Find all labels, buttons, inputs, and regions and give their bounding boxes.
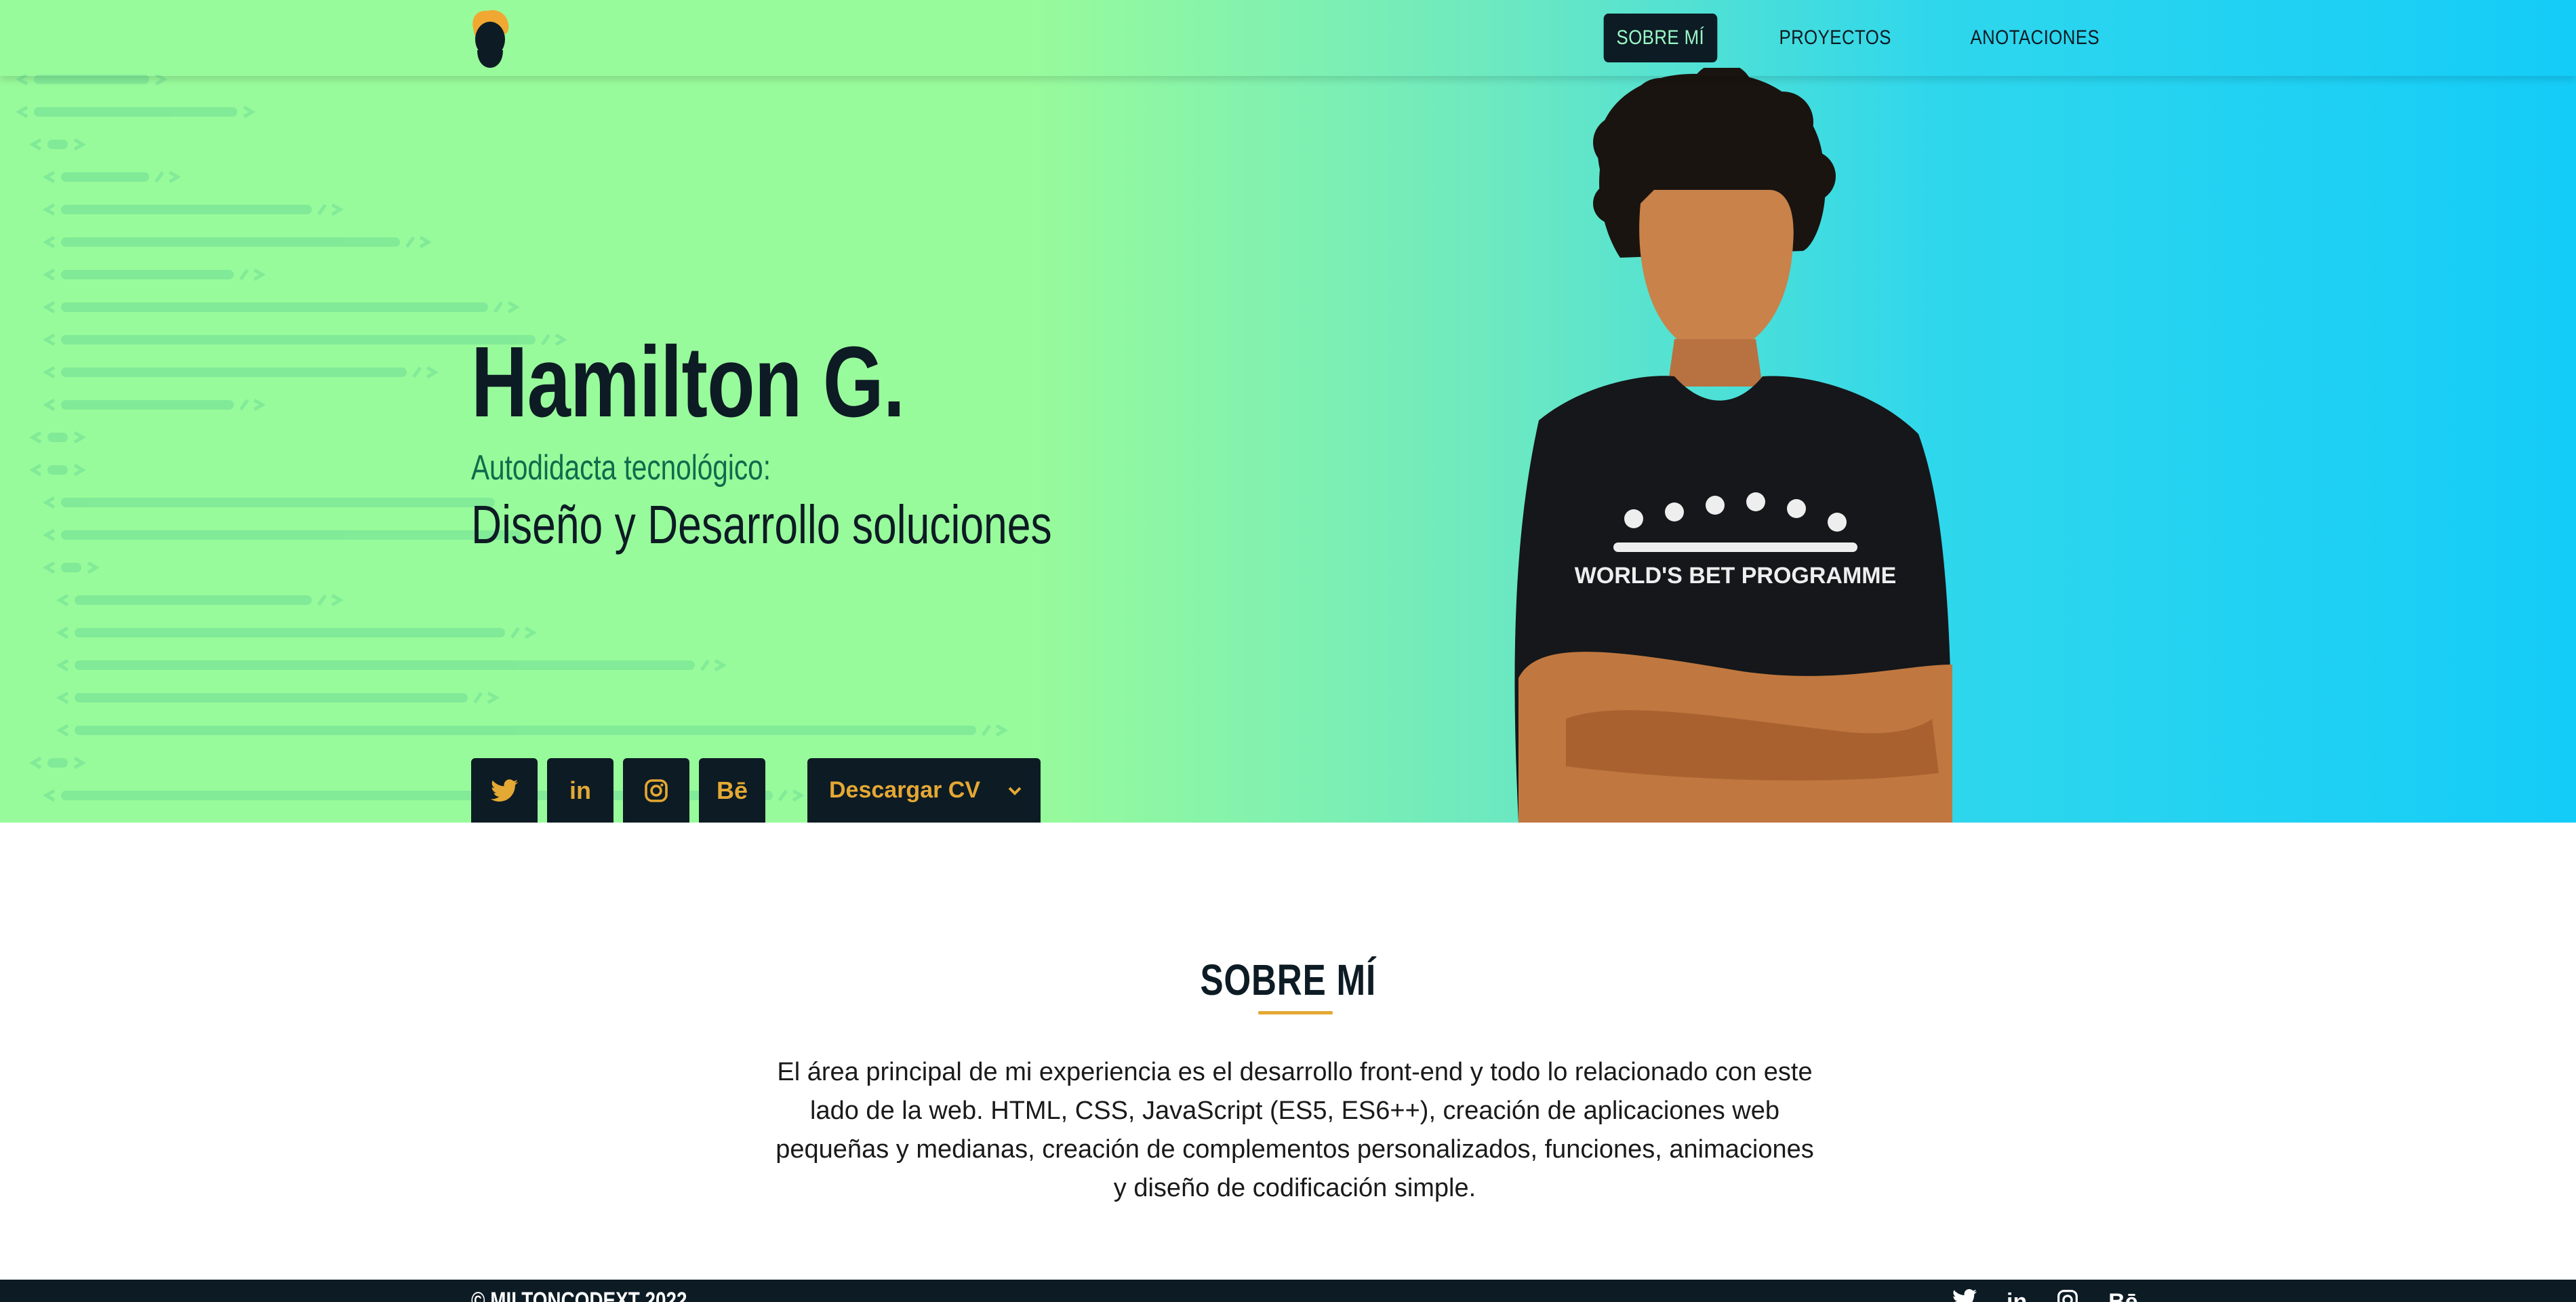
behance-icon: Bē — [716, 776, 748, 804]
main-nav: SOBRE MÍ PROYECTOS ANOTACIONES — [1567, 14, 2127, 62]
nav-item-sobre-mi[interactable]: SOBRE MÍ — [1603, 14, 1718, 62]
instagram-button[interactable] — [623, 758, 689, 823]
download-cv-label: Descargar CV — [829, 777, 981, 803]
profile-portrait-image: WORLD'S BET PROGRAMME — [1514, 68, 1952, 823]
download-cv-button[interactable]: Descargar CV — [807, 758, 1041, 823]
chevron-down-icon — [1008, 787, 1022, 795]
twitter-icon — [491, 778, 518, 802]
hero-tagline: Diseño y Desarrollo soluciones — [471, 494, 1052, 555]
footer-copyright: © MILTONCODEXT 2022 — [471, 1288, 687, 1302]
nav-item-proyectos[interactable]: PROYECTOS — [1765, 14, 1906, 62]
shirt-print-text: WORLD'S BET PROGRAMME — [1575, 563, 1897, 589]
hero-section: SOBRE MÍ PROYECTOS ANOTACIONES WORLD'S B… — [0, 0, 2576, 823]
instagram-icon[interactable] — [2057, 1289, 2078, 1302]
twitter-button[interactable] — [471, 758, 538, 823]
hero-text-block: Hamilton G. Autodidacta tecnológico: Dis… — [471, 332, 1215, 556]
about-description: El área principal de mi experiencia es e… — [776, 1058, 1814, 1202]
hero-subtitle: Autodidacta tecnológico: — [471, 448, 771, 488]
instagram-icon — [645, 778, 668, 802]
hero-name: Hamilton G. — [471, 326, 905, 438]
navbar: SOBRE MÍ PROYECTOS ANOTACIONES — [0, 0, 2576, 76]
hero-actions: in Bē Descargar CV — [471, 758, 1041, 823]
about-title-underline — [1258, 1011, 1333, 1014]
logo-avatar-icon[interactable] — [468, 8, 512, 68]
footer: © MILTONCODEXT 2022 in Bē — [0, 1280, 2576, 1302]
linkedin-button[interactable]: in — [547, 758, 613, 823]
linkedin-icon[interactable]: in — [2007, 1289, 2027, 1302]
twitter-icon[interactable] — [1952, 1289, 1977, 1302]
about-section: SOBRE MÍ El área principal de mi experie… — [0, 823, 2576, 1280]
nav-item-anotaciones[interactable]: ANOTACIONES — [1956, 14, 2114, 62]
behance-button[interactable]: Bē — [699, 758, 765, 823]
about-title: SOBRE MÍ — [1200, 955, 1376, 1004]
linkedin-icon: in — [569, 776, 591, 804]
behance-icon[interactable]: Bē — [2108, 1289, 2137, 1302]
footer-social-links: in Bē — [1952, 1289, 2138, 1302]
